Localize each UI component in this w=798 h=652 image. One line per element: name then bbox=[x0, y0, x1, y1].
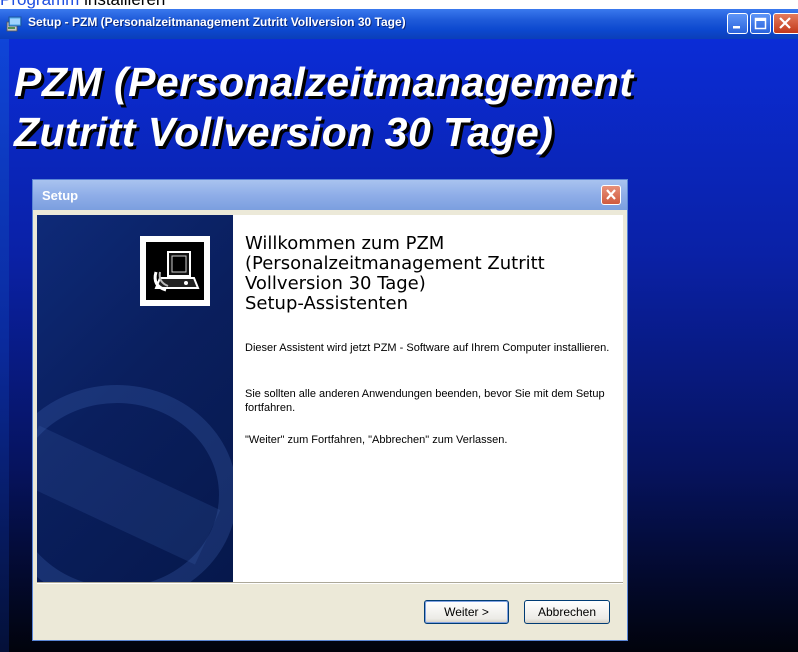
dialog-titlebar[interactable]: Setup bbox=[33, 180, 627, 210]
close-icon bbox=[779, 17, 791, 29]
product-title-line2: Zutritt Vollversion 30 Tage) bbox=[14, 109, 554, 155]
maximize-icon bbox=[754, 17, 767, 30]
installer-logo bbox=[140, 236, 210, 306]
dialog-close-button[interactable] bbox=[601, 185, 621, 205]
minimize-icon bbox=[733, 26, 740, 29]
product-title-line1: PZM (Personalzeitmanagement bbox=[14, 59, 634, 105]
close-button[interactable] bbox=[773, 13, 798, 34]
instructions-paragraph: "Weiter" zum Fortfahren, "Abbrechen" zum… bbox=[245, 434, 508, 446]
welcome-line1: Willkommen zum PZM bbox=[245, 233, 445, 254]
product-title: PZM (Personalzeitmanagement Zutritt Voll… bbox=[14, 57, 774, 157]
setup-outer-window: Setup - PZM (Personalzeitmanagement Zutr… bbox=[0, 9, 798, 652]
page-caption: Programm installieren bbox=[0, 0, 165, 9]
welcome-line4: Setup-Assistenten bbox=[245, 293, 409, 314]
cancel-button[interactable]: Abbrechen bbox=[524, 600, 610, 624]
caption-link[interactable]: Programm bbox=[0, 0, 79, 9]
dialog-title: Setup bbox=[42, 188, 79, 203]
dialog-frame: Willkommen zum PZM (Personalzeitmanageme… bbox=[37, 210, 623, 636]
caption-text: installieren bbox=[79, 0, 165, 9]
dialog-close-icon bbox=[606, 189, 616, 200]
welcome-line3: Vollversion 30 Tage) bbox=[245, 273, 426, 294]
button-divider bbox=[37, 582, 623, 584]
window-left-edge bbox=[0, 39, 9, 652]
wizard-content: Willkommen zum PZM (Personalzeitmanageme… bbox=[233, 215, 623, 582]
setup-dialog: Setup Willkommen zum PZM (Personalzeitma… bbox=[33, 180, 627, 640]
wizard-side-image bbox=[37, 215, 233, 582]
setup-app-icon bbox=[6, 16, 22, 32]
welcome-heading: Willkommen zum PZM (Personalzeitmanageme… bbox=[245, 234, 615, 314]
minimize-button[interactable] bbox=[727, 13, 748, 34]
installer-computer-icon bbox=[146, 242, 204, 300]
close-apps-paragraph: Sie sollten alle anderen Anwendungen bee… bbox=[245, 388, 605, 414]
outer-titlebar[interactable]: Setup - PZM (Personalzeitmanagement Zutr… bbox=[0, 9, 798, 39]
outer-window-title: Setup - PZM (Personalzeitmanagement Zutr… bbox=[28, 15, 406, 29]
maximize-button[interactable] bbox=[750, 13, 771, 34]
welcome-line2: (Personalzeitmanagement Zutritt bbox=[245, 253, 545, 274]
next-button[interactable]: Weiter > bbox=[424, 600, 509, 624]
intro-paragraph: Dieser Assistent wird jetzt PZM - Softwa… bbox=[245, 342, 610, 354]
